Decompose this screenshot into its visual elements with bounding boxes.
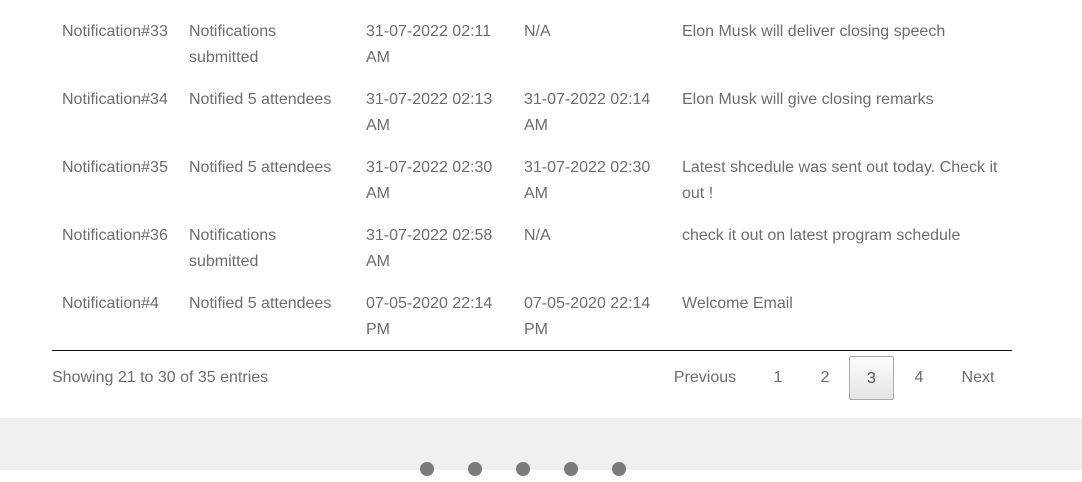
cell-created-at: 31-07-2022 02:30 AM	[366, 159, 493, 202]
cell-sent-at: N/A	[524, 23, 551, 40]
cell-message: check it out on latest program schedule	[682, 227, 961, 244]
cell-notification-id: Notification#4	[62, 295, 159, 312]
cell-message: Elon Musk will deliver closing speech	[682, 23, 946, 40]
cell-created-at: 31-07-2022 02:13 AM	[366, 91, 493, 134]
table-bottom-border	[52, 350, 1012, 351]
cell-status: Notified 5 attendees	[189, 159, 332, 176]
cell-message: Welcome Email	[682, 295, 793, 312]
social-icon-2[interactable]	[468, 462, 482, 476]
cell-notification-id: Notification#33	[62, 23, 168, 40]
cell-created-at: 31-07-2022 02:11 AM	[366, 23, 492, 66]
site-footer	[0, 418, 1082, 476]
pagination-page-4-button[interactable]: 4	[904, 356, 934, 400]
cell-status: Notified 5 attendees	[189, 295, 332, 312]
social-icon-4[interactable]	[564, 462, 578, 476]
pagination-next-button[interactable]: Next	[954, 356, 1002, 400]
social-icon-5[interactable]	[612, 462, 626, 476]
table-row: Notification#4 Notified 5 attendees 07-0…	[52, 272, 1012, 340]
cell-created-at: 31-07-2022 02:58 AM	[366, 227, 493, 270]
pagination-page-1-button[interactable]: 1	[764, 356, 792, 400]
social-icon-1[interactable]	[420, 462, 434, 476]
cell-status: Notifications submitted	[189, 23, 277, 66]
cell-notification-id: Notification#34	[62, 91, 168, 108]
pagination-previous-button[interactable]: Previous	[660, 356, 750, 400]
table-row: Notification#34 Notified 5 attendees 31-…	[52, 68, 1012, 136]
pagination-page-2-button[interactable]: 2	[811, 356, 839, 400]
cell-created-at: 07-05-2020 22:14 PM	[366, 295, 493, 338]
table-info-text: Showing 21 to 30 of 35 entries	[52, 369, 269, 386]
cell-notification-id: Notification#35	[62, 159, 168, 176]
table-row: Notification#35 Notified 5 attendees 31-…	[52, 136, 1012, 204]
table-row: Notification#33 Notifications submitted …	[52, 0, 1012, 68]
cell-sent-at: 31-07-2022 02:14 AM	[524, 91, 651, 134]
cell-message: Latest shcedule was sent out today. Chec…	[682, 159, 998, 202]
social-icon-3[interactable]	[516, 462, 530, 476]
cell-status: Notifications submitted	[189, 227, 277, 270]
pagination-page-3-button-current[interactable]: 3	[849, 356, 894, 400]
notifications-table: Notification#33 Notifications submitted …	[52, 0, 1012, 340]
cell-notification-id: Notification#36	[62, 227, 168, 244]
page-content: Notification#33 Notifications submitted …	[0, 0, 1082, 418]
cell-status: Notified 5 attendees	[189, 91, 332, 108]
cell-sent-at: 31-07-2022 02:30 AM	[524, 159, 651, 202]
table-row: Notification#36 Notifications submitted …	[52, 204, 1012, 272]
cell-sent-at: 07-05-2020 22:14 PM	[524, 295, 651, 338]
cell-sent-at: N/A	[524, 227, 551, 244]
cell-message: Elon Musk will give closing remarks	[682, 91, 934, 108]
